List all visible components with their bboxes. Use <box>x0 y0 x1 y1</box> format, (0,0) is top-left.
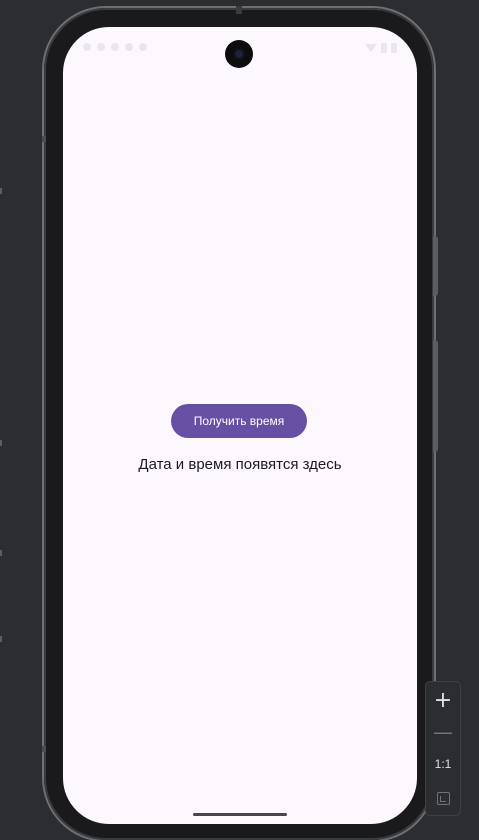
edge-tick <box>0 440 2 446</box>
edge-tick <box>0 188 2 194</box>
camera-lens <box>233 48 245 60</box>
signal-icon <box>381 43 387 53</box>
device-top-marker <box>236 6 242 14</box>
status-icon <box>111 43 119 51</box>
fit-screen-icon <box>436 791 450 805</box>
edge-tick <box>0 550 2 556</box>
device-side-button <box>433 236 438 296</box>
status-icon <box>83 43 91 51</box>
wifi-icon <box>365 44 377 52</box>
minus-icon: — <box>433 720 453 744</box>
get-time-button[interactable]: Получить время <box>171 404 307 438</box>
zoom-reset-label: 1:1 <box>434 757 452 771</box>
edge-tick <box>0 636 2 642</box>
status-bar-left <box>83 43 147 51</box>
zoom-toolbar: + — 1:1 <box>425 681 461 816</box>
device-left-notch <box>42 746 46 752</box>
datetime-result-text: Дата и время появятся здесь <box>138 456 342 473</box>
device-left-notch <box>42 136 46 142</box>
status-icon <box>139 43 147 51</box>
zoom-reset-button[interactable]: 1:1 <box>426 754 460 774</box>
device-side-button <box>433 340 438 452</box>
battery-icon <box>391 43 397 53</box>
device-screen: Получить время Дата и время появятся зде… <box>63 27 417 824</box>
status-bar-right <box>365 43 397 53</box>
camera-cutout-icon <box>225 40 253 68</box>
status-icon <box>125 43 133 51</box>
home-indicator[interactable] <box>193 813 287 816</box>
zoom-out-button[interactable]: — <box>426 718 460 746</box>
zoom-fit-button[interactable] <box>426 786 460 810</box>
zoom-in-button[interactable]: + <box>426 686 460 714</box>
status-icon <box>97 43 105 51</box>
plus-icon: + <box>433 687 453 713</box>
